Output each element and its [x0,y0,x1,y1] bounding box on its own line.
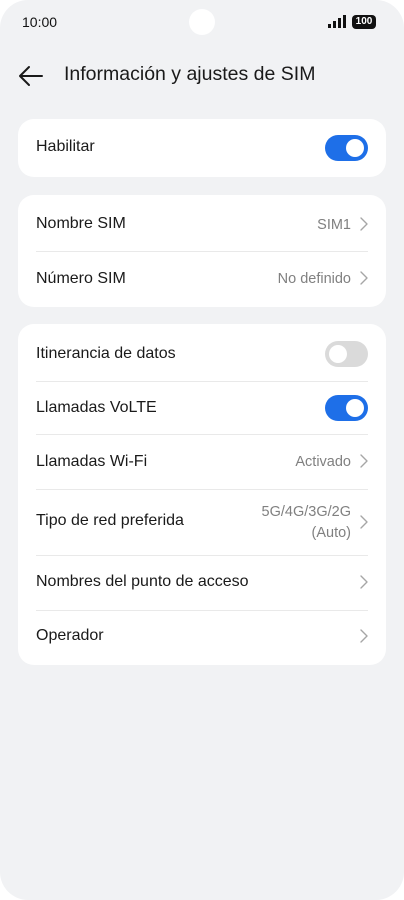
network-card: Itinerancia de datos Llamadas VoLTE Llam… [18,324,386,665]
apn-row[interactable]: Nombres del punto de acceso [18,556,386,610]
chevron-right-icon [360,515,368,529]
toggle-knob [329,345,347,363]
toggle-knob [346,139,364,157]
sim-number-label: Número SIM [36,270,126,287]
sim-name-label: Nombre SIM [36,215,126,232]
roaming-toggle[interactable] [325,341,368,367]
wifi-calling-label: Llamadas Wi-Fi [36,453,148,470]
volte-toggle[interactable] [325,395,368,421]
sim-name-value: SIM1 [317,217,351,233]
sim-name-row[interactable]: Nombre SIM SIM1 [18,195,386,251]
battery-icon: 100 [352,15,376,29]
status-time: 10:00 [22,14,58,30]
network-type-value-line2: (Auto) [311,525,352,541]
wifi-calling-row[interactable]: Llamadas Wi-Fi Activado [18,435,386,489]
chevron-right-icon [360,575,368,589]
page-title: Información y ajustes de SIM [64,63,316,85]
roaming-label: Itinerancia de datos [36,345,176,362]
sim-number-row[interactable]: Número SIM No definido [18,252,386,307]
phone-screen: 10:00 100 Información y ajustes de SIM H… [0,0,404,900]
sim-info-card: Nombre SIM SIM1 Número SIM No definido [18,195,386,307]
carrier-row[interactable]: Operador [18,611,386,665]
toggle-knob [346,399,364,417]
network-type-row[interactable]: Tipo de red preferida 5G/4G/3G/2G (Auto) [18,490,386,555]
sim-number-value: No definido [277,271,351,287]
status-bar: 10:00 100 [0,0,404,46]
wifi-calling-value: Activado [295,454,351,470]
header: Información y ajustes de SIM [0,54,404,98]
roaming-row[interactable]: Itinerancia de datos [18,324,386,381]
apn-label: Nombres del punto de acceso [36,573,249,590]
carrier-label: Operador [36,627,104,644]
arrow-left-icon[interactable] [16,62,46,90]
network-type-label: Tipo de red preferida [36,512,184,529]
enable-toggle[interactable] [325,135,368,161]
network-type-value: 5G/4G/3G/2G (Auto) [262,502,351,544]
camera-cutout [189,9,215,35]
signal-icon [328,15,346,28]
network-type-value-line1: 5G/4G/3G/2G [261,504,351,520]
volte-row[interactable]: Llamadas VoLTE [18,382,386,434]
chevron-right-icon [360,217,368,231]
volte-label: Llamadas VoLTE [36,399,157,416]
chevron-right-icon [360,629,368,643]
chevron-right-icon [360,454,368,468]
enable-label: Habilitar [36,138,95,155]
chevron-right-icon [360,271,368,285]
enable-row[interactable]: Habilitar [18,119,386,177]
enable-card: Habilitar [18,119,386,177]
